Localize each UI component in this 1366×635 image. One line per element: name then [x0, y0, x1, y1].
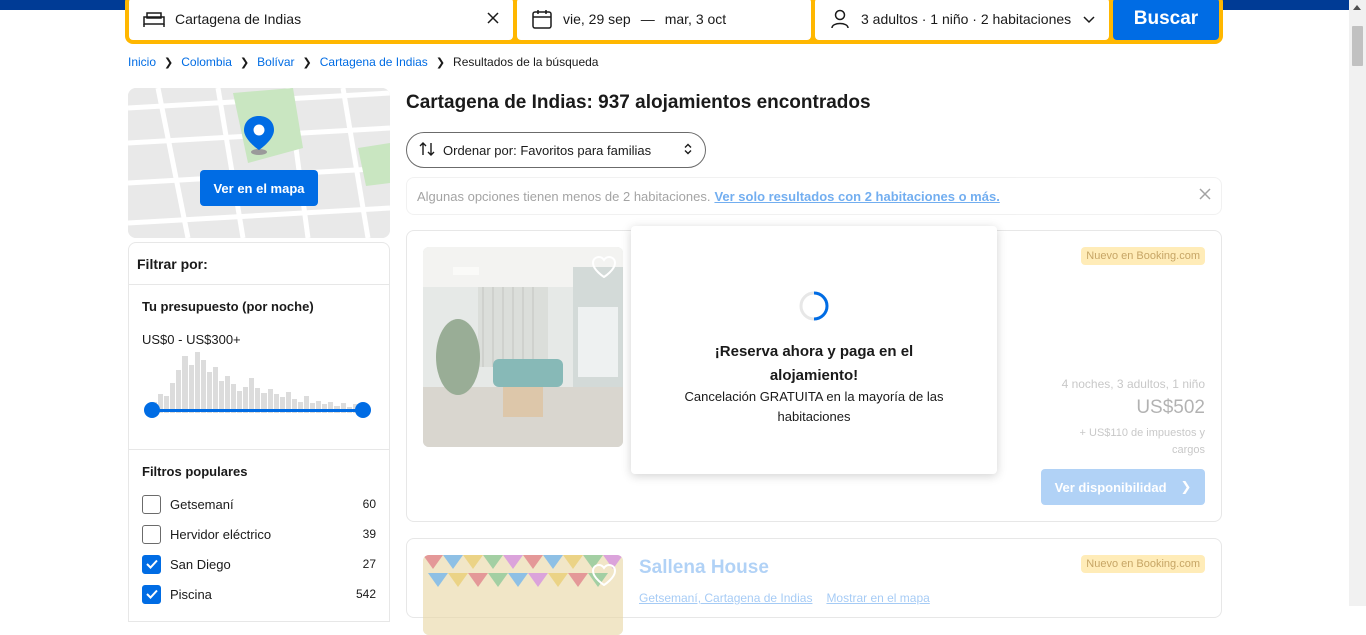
- occupancy-value: 3 adultos · 1 niño · 2 habitaciones: [861, 11, 1072, 27]
- checkbox[interactable]: [142, 524, 161, 544]
- checkbox-checked[interactable]: [142, 554, 161, 574]
- hotel-name[interactable]: Sallena House: [639, 557, 769, 579]
- chevron-right-icon: ❯: [164, 56, 174, 69]
- location-link[interactable]: Getsemaní, Cartagena de Indias: [639, 591, 812, 605]
- map-pin-icon: [242, 114, 274, 155]
- map-streets: [128, 88, 390, 238]
- scrollbar[interactable]: [1349, 0, 1366, 606]
- filter-piscina[interactable]: Piscina 542: [142, 579, 376, 609]
- popular-filters-title: Filtros populares: [142, 464, 248, 479]
- breadcrumb-current: Resultados de la búsqueda: [453, 55, 599, 69]
- breadcrumb: Inicio ❯ Colombia ❯ Bolívar ❯ Cartagena …: [128, 55, 598, 69]
- availability-button[interactable]: Ver disponibilidad ❯: [1041, 469, 1205, 505]
- map-preview[interactable]: Ver en el mapa: [128, 88, 390, 238]
- budget-min-handle[interactable]: [144, 402, 160, 418]
- popular-filters: Filtros populares Getsemaní 60 Hervidor …: [129, 450, 389, 623]
- notice-text: Algunas opciones tienen menos de 2 habit…: [417, 188, 711, 204]
- availability-label: Ver disponibilidad: [1054, 479, 1167, 495]
- occupancy-field[interactable]: 3 adultos · 1 niño · 2 habitaciones: [815, 0, 1109, 40]
- breadcrumb-colombia[interactable]: Colombia: [181, 55, 232, 69]
- check-icon: [145, 559, 158, 569]
- new-badge: Nuevo en Booking.com: [1081, 247, 1205, 265]
- stay-summary: 4 noches, 3 adultos, 1 niño: [1061, 377, 1205, 391]
- show-on-map-link[interactable]: Mostrar en el mapa: [826, 591, 929, 605]
- checkout-date: mar, 3 oct: [664, 11, 727, 27]
- date-separator: —: [640, 11, 655, 27]
- close-icon[interactable]: [1199, 187, 1211, 205]
- chevron-right-icon: ❯: [1180, 479, 1192, 494]
- filter-hervidor[interactable]: Hervidor eléctrico 39: [142, 519, 376, 549]
- filter-label: Hervidor eléctrico: [170, 526, 272, 542]
- filters-panel: Filtrar por: Tu presupuesto (por noche) …: [128, 242, 390, 622]
- heart-icon[interactable]: [591, 563, 617, 589]
- notice-link[interactable]: Ver solo resultados con 2 habitaciones o…: [714, 189, 999, 204]
- rooms-notice: Algunas opciones tienen menos de 2 habit…: [406, 177, 1222, 215]
- bed-icon: [143, 9, 165, 29]
- filter-label: San Diego: [170, 556, 231, 572]
- breadcrumb-cartagena[interactable]: Cartagena de Indias: [320, 55, 428, 69]
- filter-getsemani[interactable]: Getsemaní 60: [142, 489, 376, 519]
- filter-count: 27: [362, 557, 376, 571]
- chevron-down-icon: [1083, 11, 1095, 27]
- calendar-icon: [531, 9, 553, 29]
- heart-icon[interactable]: [591, 255, 617, 281]
- price-histogram: [146, 351, 364, 413]
- filter-count: 542: [355, 587, 376, 601]
- sort-arrows-icon: [419, 141, 435, 159]
- search-bar: Cartagena de Indias vie, 29 sep — mar, 3…: [125, 0, 1223, 44]
- checkbox-checked[interactable]: [142, 584, 161, 604]
- filter-label: Piscina: [170, 586, 212, 602]
- destination-value: Cartagena de Indias: [175, 11, 302, 27]
- view-map-button[interactable]: Ver en el mapa: [200, 170, 318, 206]
- breadcrumb-inicio[interactable]: Inicio: [128, 55, 156, 69]
- loader-title: ¡Reserva ahora y paga en el alojamiento!: [714, 343, 914, 384]
- filter-count: 39: [362, 527, 376, 541]
- chevron-updown-icon: [683, 143, 693, 158]
- filter-san-diego[interactable]: San Diego 27: [142, 549, 376, 579]
- filter-label: Getsemaní: [170, 496, 234, 512]
- hotel-links: Getsemaní, Cartagena de Indias Mostrar e…: [639, 591, 930, 605]
- clear-destination-icon[interactable]: [487, 11, 499, 27]
- budget-max-handle[interactable]: [355, 402, 371, 418]
- price: US$502: [1136, 397, 1205, 418]
- results-title: Cartagena de Indias: 937 alojamientos en…: [406, 92, 871, 113]
- price-box: 4 noches, 3 adultos, 1 niño US$502 + US$…: [1062, 377, 1205, 459]
- search-button[interactable]: Buscar: [1113, 0, 1219, 40]
- destination-field[interactable]: Cartagena de Indias: [129, 0, 513, 40]
- chevron-right-icon: ❯: [239, 56, 250, 69]
- check-icon: [145, 589, 158, 599]
- filters-title: Filtrar por:: [129, 243, 389, 285]
- loader-text: Cancelación GRATUITA en la mayoría de la…: [684, 389, 944, 424]
- chevron-right-icon: ❯: [302, 56, 312, 69]
- spinner-icon: [798, 290, 830, 322]
- budget-title: Tu presupuesto (por noche): [142, 299, 314, 314]
- property-card[interactable]: Sallena House Getsemaní, Cartagena de In…: [406, 538, 1222, 635]
- budget-range: US$0 - US$300+: [142, 332, 241, 347]
- checkin-date: vie, 29 sep: [563, 11, 631, 27]
- budget-slider[interactable]: [144, 402, 371, 418]
- scroll-up-icon[interactable]: [1353, 5, 1361, 10]
- chevron-right-icon: ❯: [435, 56, 446, 69]
- breadcrumb-bolivar[interactable]: Bolívar: [257, 55, 294, 69]
- filter-count: 60: [362, 497, 376, 511]
- checkbox[interactable]: [142, 494, 161, 514]
- new-badge: Nuevo en Booking.com: [1081, 555, 1205, 573]
- tax-note: + US$110 de impuestos y cargos: [1079, 427, 1205, 456]
- budget-filter: Tu presupuesto (por noche) US$0 - US$300…: [129, 285, 389, 450]
- sort-button[interactable]: Ordenar por: Favoritos para familias: [406, 132, 706, 168]
- person-icon: [829, 9, 851, 29]
- dates-field[interactable]: vie, 29 sep — mar, 3 oct: [517, 0, 811, 40]
- loading-overlay: ¡Reserva ahora y paga en el alojamiento!…: [631, 226, 997, 474]
- scrollbar-thumb[interactable]: [1352, 26, 1363, 66]
- sort-label: Ordenar por: Favoritos para familias: [443, 142, 652, 158]
